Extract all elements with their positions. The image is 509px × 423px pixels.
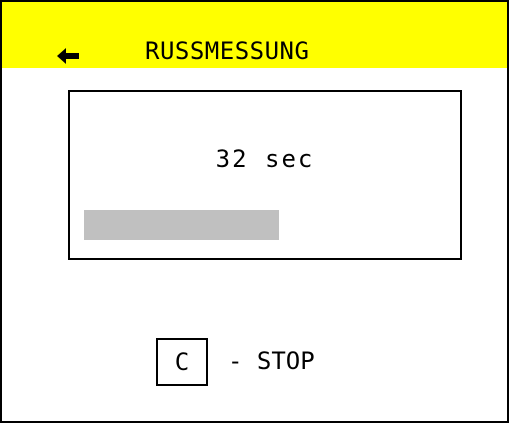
measurement-screen: RUSSMESSUNG 32 sec C - STOP (0, 0, 509, 423)
back-arrow-icon[interactable] (57, 48, 79, 64)
elapsed-time-readout: 32 sec (215, 145, 315, 173)
stop-label: - STOP (228, 347, 315, 375)
stop-key-button[interactable]: C (156, 338, 208, 386)
measurement-panel: 32 sec (68, 90, 462, 260)
header-bar: RUSSMESSUNG (2, 2, 507, 68)
screen-title: RUSSMESSUNG (145, 37, 310, 65)
progress-bar-fill (84, 210, 279, 240)
measurement-progress-bar (84, 210, 446, 240)
